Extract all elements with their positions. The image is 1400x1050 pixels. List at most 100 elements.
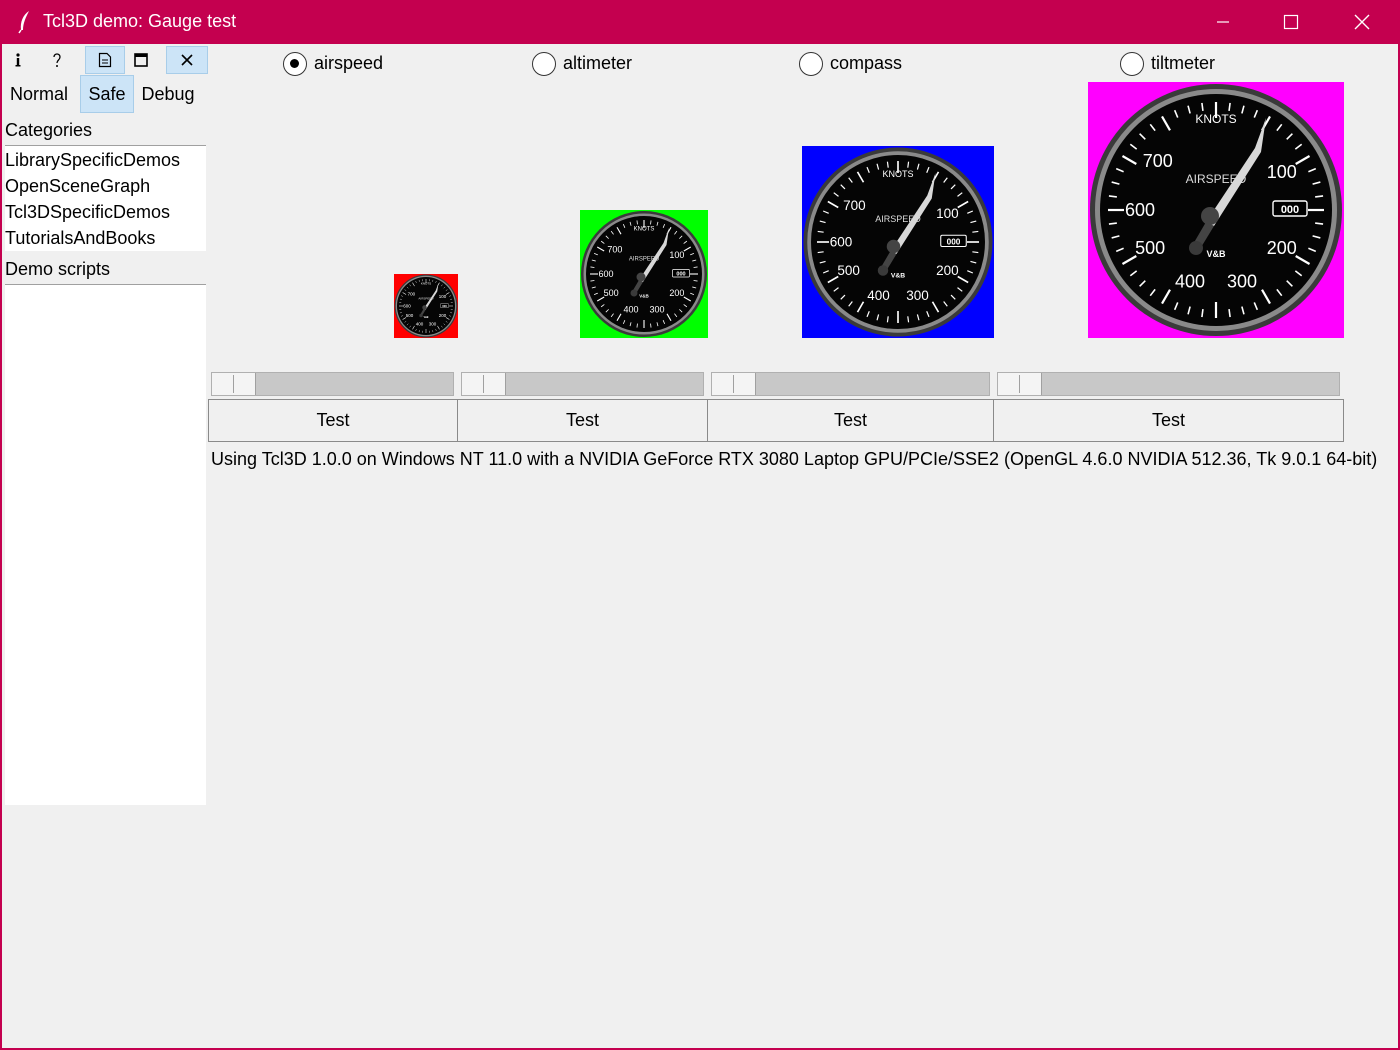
mode-safe[interactable]: Safe	[80, 75, 134, 113]
slider-handle[interactable]	[212, 373, 256, 395]
dial-scale-label: 600	[830, 235, 853, 250]
size-slider-1[interactable]	[211, 372, 454, 396]
list-item[interactable]: Tcl3DSpecificDemos	[5, 202, 170, 223]
dial-tick	[1228, 102, 1231, 111]
dial-scale-label: 300	[649, 305, 664, 315]
dial-tick	[1108, 195, 1117, 198]
gauge-hub	[636, 272, 646, 282]
dial-scale-label: 700	[607, 245, 622, 255]
dial-scale-label: 600	[598, 269, 613, 279]
radio-button[interactable]	[283, 52, 307, 76]
dial-tick	[886, 316, 889, 323]
dial-scale-label: 100	[936, 206, 959, 221]
radio-selected-dot	[290, 59, 299, 68]
demo-scripts-list[interactable]	[5, 284, 206, 805]
help-icon	[53, 53, 61, 67]
test-button-4[interactable]: Test	[993, 399, 1344, 442]
radio-label: altimeter	[563, 53, 633, 73]
airspeed-gauge-dial: 100200300400500600700KNOTSAIRSPEEDV&B000	[394, 274, 458, 338]
gauge-view-1[interactable]: 100 200 300 400 500 600 700 KNOTS AIRSPEED V&B 000	[394, 274, 458, 338]
gauge-needle-end	[877, 265, 889, 276]
radio-button[interactable]	[1120, 52, 1144, 76]
dial-tick	[1201, 102, 1204, 111]
dial-scale-label: 200	[439, 313, 447, 318]
radio-button[interactable]	[799, 52, 823, 76]
maximize-button[interactable]	[1257, 0, 1327, 44]
view-source-button[interactable]	[85, 46, 125, 74]
info-button[interactable]	[4, 46, 32, 74]
dial-scale-label: 400	[1175, 271, 1205, 291]
dial-scale-label: 700	[1143, 151, 1173, 171]
dial-tick	[590, 266, 595, 268]
mode-normal[interactable]: Normal	[5, 75, 73, 113]
gauge-hub	[422, 305, 427, 310]
dial-scale-label: 400	[416, 321, 424, 326]
dial-scale-label: 500	[406, 313, 414, 318]
dial-scale-label: 200	[936, 263, 959, 278]
document-icon	[98, 52, 112, 68]
dial-scale-label: 700	[408, 291, 416, 296]
close-window-button[interactable]	[1328, 0, 1398, 44]
dial-scale-label: 200	[669, 288, 684, 298]
airspeed-gauge-dial: 100200300400500600700KNOTSAIRSPEEDV&B000	[803, 147, 993, 337]
list-item[interactable]: LibrarySpecificDemos	[5, 150, 180, 171]
test-button-2[interactable]: Test	[457, 399, 708, 442]
radio-button[interactable]	[532, 52, 556, 76]
dial-scale-label: 500	[604, 288, 619, 298]
feather-icon	[18, 11, 29, 34]
dial-tick	[1315, 222, 1324, 225]
minimize-button[interactable]	[1189, 0, 1259, 44]
dial-brand: V&B	[424, 317, 429, 319]
dial-scale-label: 200	[1267, 238, 1297, 258]
gauge-hub	[1201, 207, 1219, 225]
gauge-needle-end	[1189, 241, 1203, 255]
gauge-view-4[interactable]: 100 200 300 400 500 600 700 KNOTS AIRSPEED V&B 000	[1088, 82, 1344, 338]
window-title: Tcl3D demo: Gauge test	[43, 11, 237, 31]
help-button[interactable]	[42, 46, 72, 74]
list-item[interactable]: TutorialsAndBooks	[5, 228, 155, 249]
dial-tick	[817, 230, 824, 233]
dial-tick	[907, 161, 910, 168]
mode-debug[interactable]: Debug	[136, 75, 200, 113]
slider-handle[interactable]	[462, 373, 506, 395]
radio-label: tiltmeter	[1151, 53, 1216, 73]
dial-scale-label: 100	[669, 250, 684, 260]
dial-tick	[650, 220, 652, 225]
dial-tick	[886, 161, 889, 168]
test-button-1[interactable]: Test	[208, 399, 458, 442]
slider-handle[interactable]	[998, 373, 1042, 395]
exit-button[interactable]	[166, 46, 208, 74]
test-button-3[interactable]: Test	[707, 399, 994, 442]
categories-label: Categories	[5, 120, 93, 140]
dial-counter: 000	[676, 272, 685, 278]
dial-scale-label: 300	[429, 321, 437, 326]
info-icon	[15, 53, 21, 67]
dial-scale-label: 300	[1227, 271, 1257, 291]
minimize-icon	[1217, 21, 1229, 23]
dial-title: KNOTS	[1195, 112, 1236, 126]
dial-scale-label: 100	[439, 294, 447, 299]
fullscreen-button[interactable]	[126, 46, 156, 74]
slider-handle[interactable]	[712, 373, 756, 395]
dial-tick	[1201, 309, 1204, 318]
dial-title: KNOTS	[634, 227, 655, 233]
size-slider-4[interactable]	[997, 372, 1340, 396]
dial-tick	[972, 251, 979, 254]
size-slider-2[interactable]	[461, 372, 704, 396]
dial-tick	[1228, 309, 1231, 318]
maximize-icon	[1283, 14, 1299, 30]
dial-scale-label: 100	[1267, 162, 1297, 182]
list-item[interactable]: OpenSceneGraph	[5, 176, 150, 197]
categories-list[interactable]: LibrarySpecificDemos OpenSceneGraph Tcl3…	[5, 145, 206, 251]
dial-scale-label: 300	[906, 288, 929, 303]
gauge-view-3[interactable]: 100 200 300 400 500 600 700 KNOTS AIRSPEED V&B 000	[802, 146, 994, 338]
dial-brand: V&B	[639, 294, 649, 299]
radio-label: compass	[830, 53, 903, 73]
dial-scale-label: 400	[867, 288, 890, 303]
dial-title: KNOTS	[421, 281, 431, 285]
gauge-view-2[interactable]: 100 200 300 400 500 600 700 KNOTS AIRSPEED V&B 000	[580, 210, 708, 338]
size-slider-3[interactable]	[711, 372, 990, 396]
dial-tick	[636, 220, 638, 225]
dial-counter: 000	[947, 237, 961, 246]
title-bar[interactable]: Tcl3D demo: Gauge test	[0, 0, 1400, 44]
